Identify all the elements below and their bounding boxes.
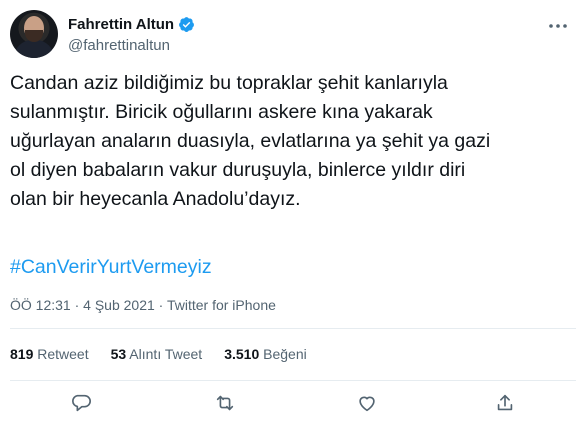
retweet-stat[interactable]: 819 Retweet bbox=[10, 346, 89, 362]
retweet-icon[interactable] bbox=[214, 392, 236, 414]
quote-stat[interactable]: 53 Alıntı Tweet bbox=[111, 346, 203, 362]
tweet-card: Fahrettin Altun @fahrettinaltun Candan a… bbox=[0, 0, 586, 425]
divider bbox=[10, 380, 576, 381]
like-icon[interactable] bbox=[356, 392, 378, 414]
quote-count: 53 bbox=[110, 346, 127, 362]
tweet-stats: 819 Retweet 53 Alıntı Tweet 3.510 Beğeni bbox=[10, 346, 307, 362]
divider bbox=[10, 328, 576, 329]
like-stat[interactable]: 3.510 Beğeni bbox=[224, 346, 307, 362]
retweet-count: 819 bbox=[10, 346, 34, 362]
tweet-actions bbox=[0, 392, 586, 418]
tweet-header: Fahrettin Altun @fahrettinaltun bbox=[10, 10, 576, 60]
retweet-label: Retweet bbox=[33, 346, 89, 362]
quote-label: Alıntı Tweet bbox=[126, 346, 203, 362]
share-icon[interactable] bbox=[494, 392, 516, 414]
tweet-meta[interactable]: ÖÖ 12:31 · 4 Şub 2021 · Twitter for iPho… bbox=[10, 297, 276, 313]
more-icon[interactable] bbox=[546, 16, 570, 36]
hashtag-link[interactable]: #CanVerirYurtVermeyiz bbox=[10, 256, 212, 279]
user-handle[interactable]: @fahrettinaltun bbox=[68, 37, 170, 54]
verified-icon bbox=[178, 16, 195, 33]
avatar[interactable] bbox=[10, 10, 58, 58]
like-count: 3.510 bbox=[224, 346, 260, 362]
tweet-text: Candan aziz bildiğimiz bu topraklar şehi… bbox=[10, 72, 491, 210]
name-row: Fahrettin Altun bbox=[68, 16, 195, 33]
user-name[interactable]: Fahrettin Altun bbox=[68, 16, 174, 33]
like-label: Beğeni bbox=[259, 346, 307, 362]
reply-icon[interactable] bbox=[70, 392, 92, 414]
